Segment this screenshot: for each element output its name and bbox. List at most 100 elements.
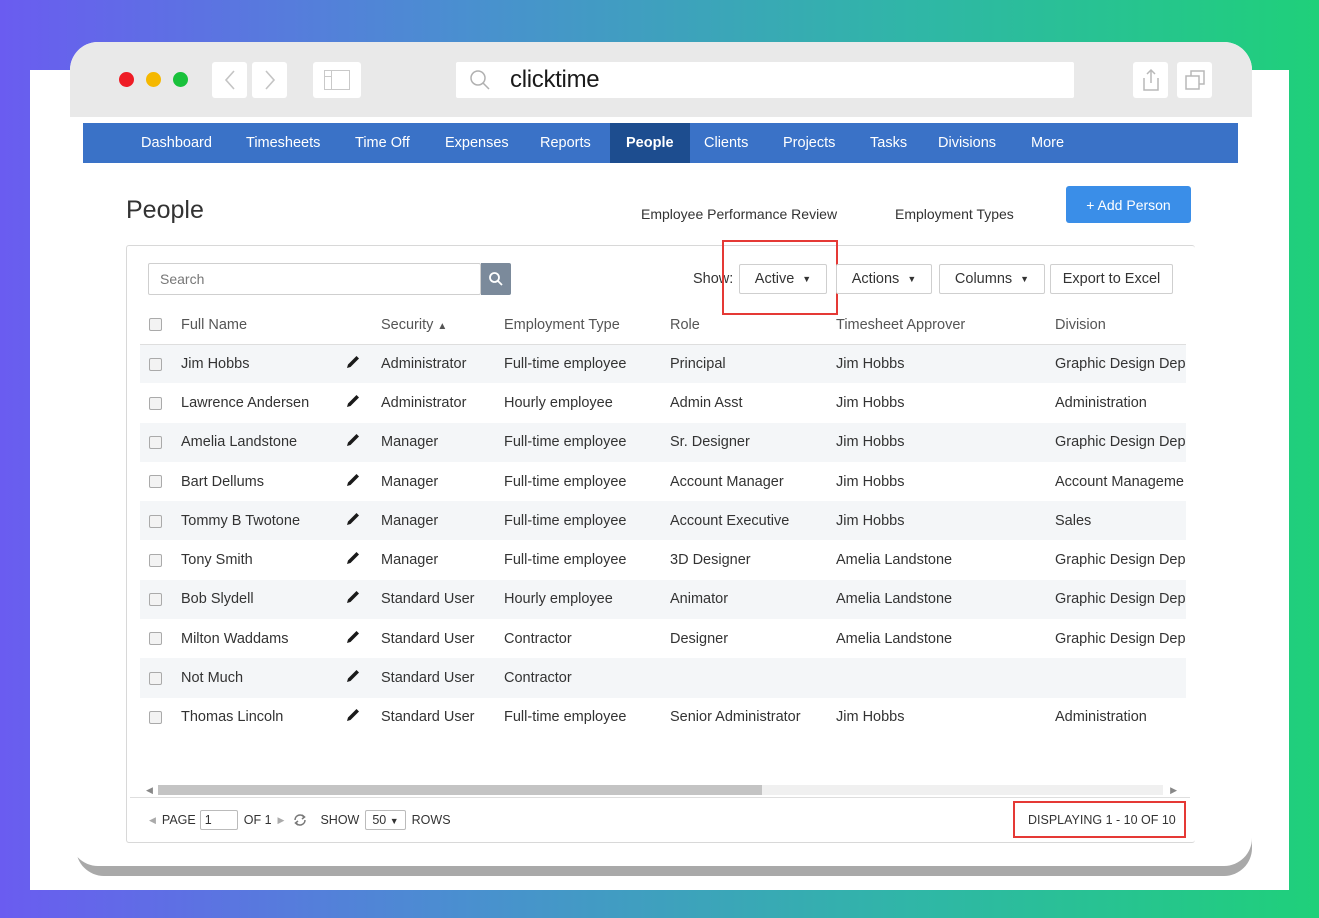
nav-divisions[interactable]: Divisions xyxy=(922,123,1012,163)
next-page-icon[interactable]: ▶ xyxy=(278,815,285,826)
share-button[interactable] xyxy=(1133,62,1168,98)
cell-full-name: Not Much xyxy=(181,658,339,698)
row-checkbox[interactable] xyxy=(149,514,162,528)
back-button[interactable] xyxy=(212,62,247,98)
cell-division: Administration xyxy=(1055,394,1147,411)
cell-timesheet-approver: Jim Hobbs xyxy=(836,709,905,726)
cell-role xyxy=(670,658,836,698)
header-employment-type[interactable]: Employment Type xyxy=(504,306,670,345)
nav-timesheets[interactable]: Timesheets xyxy=(230,123,336,163)
cell-timesheet-approver: Amelia Landstone xyxy=(836,579,1055,620)
export-to-excel-button[interactable]: Export to Excel xyxy=(1050,264,1173,294)
previous-page-icon[interactable]: ◀ xyxy=(149,815,156,826)
table-row[interactable]: Bart Dellums Manager Full-time employee Acc… xyxy=(140,462,1186,501)
cell-employment-type: Full-time employee xyxy=(504,709,627,726)
header-role[interactable]: Role xyxy=(670,306,836,345)
add-person-button[interactable]: + Add Person xyxy=(1066,186,1191,223)
table-row[interactable]: Tony Smith Manager Full-time employee 3D De… xyxy=(140,540,1186,579)
sidebar-toggle-button[interactable] xyxy=(313,62,361,98)
pencil-icon[interactable] xyxy=(345,707,361,723)
row-checkbox[interactable] xyxy=(149,396,162,410)
nav-time-off[interactable]: Time Off xyxy=(339,123,426,163)
search-icon xyxy=(489,272,503,286)
table-row[interactable]: Milton Waddams Standard User Contractor Des… xyxy=(140,619,1186,658)
table-row[interactable]: Lawrence Andersen Administrator Hourly emp… xyxy=(140,383,1186,422)
row-checkbox[interactable] xyxy=(149,435,162,449)
cell-full-name: Thomas Lincoln xyxy=(181,709,284,726)
page-label: PAGE xyxy=(161,813,196,827)
caret-down-icon: ▼ xyxy=(907,274,917,284)
cell-full-name: Tommy B Twotone xyxy=(181,501,339,541)
header-full-name[interactable]: Full Name xyxy=(181,306,339,345)
search-input[interactable]: Search xyxy=(148,263,481,295)
cell-role: Animator xyxy=(670,579,836,620)
close-window-dot[interactable] xyxy=(119,72,134,87)
header-division[interactable]: Division xyxy=(1055,306,1186,345)
row-checkbox[interactable] xyxy=(149,553,162,567)
cell-division: Account Manageme xyxy=(1055,473,1184,490)
row-checkbox[interactable] xyxy=(149,671,162,685)
pencil-icon[interactable] xyxy=(345,432,361,448)
pencil-icon[interactable] xyxy=(345,550,361,566)
scroll-left-icon[interactable]: ◀ xyxy=(146,783,153,797)
row-checkbox[interactable] xyxy=(149,475,162,489)
page-number-input[interactable]: 1 xyxy=(199,810,238,830)
cell-division: Graphic Design Dep xyxy=(1055,552,1186,569)
nav-clients[interactable]: Clients xyxy=(688,123,764,163)
pencil-icon[interactable] xyxy=(345,472,361,488)
table-row[interactable]: Not Much Standard User Contractor xyxy=(140,658,1186,698)
actions-dropdown[interactable]: Actions ▼ xyxy=(836,264,932,294)
row-checkbox[interactable] xyxy=(149,357,162,371)
nav-reports[interactable]: Reports xyxy=(524,123,607,163)
row-checkbox-cell xyxy=(140,619,181,658)
table-row[interactable]: Bob Slydell Standard User Hourly employee A… xyxy=(140,579,1186,620)
browser-toolbar: clicktime xyxy=(70,42,1252,117)
cell-timesheet-approver: Amelia Landstone xyxy=(836,630,953,647)
row-checkbox-cell xyxy=(140,698,181,737)
header-security[interactable]: Security ▲ xyxy=(381,306,504,345)
employment-types-link[interactable]: Employment Types xyxy=(895,206,1014,222)
search-button[interactable] xyxy=(481,263,511,295)
minimize-window-dot[interactable] xyxy=(146,72,161,87)
row-checkbox[interactable] xyxy=(149,632,162,646)
nav-tasks[interactable]: Tasks xyxy=(854,123,923,163)
select-all-checkbox[interactable] xyxy=(149,318,162,332)
url-text: clicktime xyxy=(510,66,600,93)
nav-projects[interactable]: Projects xyxy=(767,123,851,163)
nav-people[interactable]: People xyxy=(610,123,690,163)
pencil-icon[interactable] xyxy=(345,511,361,527)
header-timesheet-approver[interactable]: Timesheet Approver xyxy=(836,306,1055,345)
pencil-icon[interactable] xyxy=(345,629,361,645)
table-row[interactable]: Jim Hobbs Administrator Full-time employee… xyxy=(140,344,1186,384)
cell-employment-type: Hourly employee xyxy=(504,579,670,620)
pencil-icon[interactable] xyxy=(345,589,361,605)
pencil-icon[interactable] xyxy=(345,354,361,370)
nav-dashboard[interactable]: Dashboard xyxy=(125,123,228,163)
row-checkbox-cell xyxy=(140,658,181,698)
pencil-icon[interactable] xyxy=(345,393,361,409)
row-checkbox[interactable] xyxy=(149,710,162,724)
tabs-button[interactable] xyxy=(1177,62,1212,98)
maximize-window-dot[interactable] xyxy=(173,72,188,87)
export-label: Export to Excel xyxy=(1062,271,1161,287)
table-row[interactable]: Tommy B Twotone Manager Full-time employee… xyxy=(140,501,1186,541)
pencil-icon[interactable] xyxy=(345,668,361,684)
rows-per-page-select[interactable]: 50 ▼ xyxy=(365,810,406,830)
table-row[interactable]: Amelia Landstone Manager Full-time employe… xyxy=(140,422,1186,462)
scroll-right-icon[interactable]: ▶ xyxy=(1170,783,1177,797)
table-row[interactable]: Thomas Lincoln Standard User Full-time emp… xyxy=(140,698,1186,737)
nav-more[interactable]: More xyxy=(1015,123,1080,163)
scrollbar-thumb[interactable] xyxy=(158,785,762,795)
columns-dropdown[interactable]: Columns ▼ xyxy=(939,264,1045,294)
chevron-left-icon xyxy=(224,70,235,90)
horizontal-scrollbar[interactable]: ◀ ▶ xyxy=(140,783,1181,797)
nav-expenses[interactable]: Expenses xyxy=(429,123,525,163)
row-checkbox[interactable] xyxy=(149,593,162,607)
forward-button[interactable] xyxy=(252,62,287,98)
employee-performance-review-link[interactable]: Employee Performance Review xyxy=(641,206,837,222)
refresh-icon[interactable] xyxy=(292,813,308,827)
row-checkbox-cell xyxy=(140,501,181,541)
address-bar[interactable]: clicktime xyxy=(456,62,1074,98)
cell-edit xyxy=(339,344,381,384)
cell-timesheet-approver: Jim Hobbs xyxy=(836,344,1055,384)
